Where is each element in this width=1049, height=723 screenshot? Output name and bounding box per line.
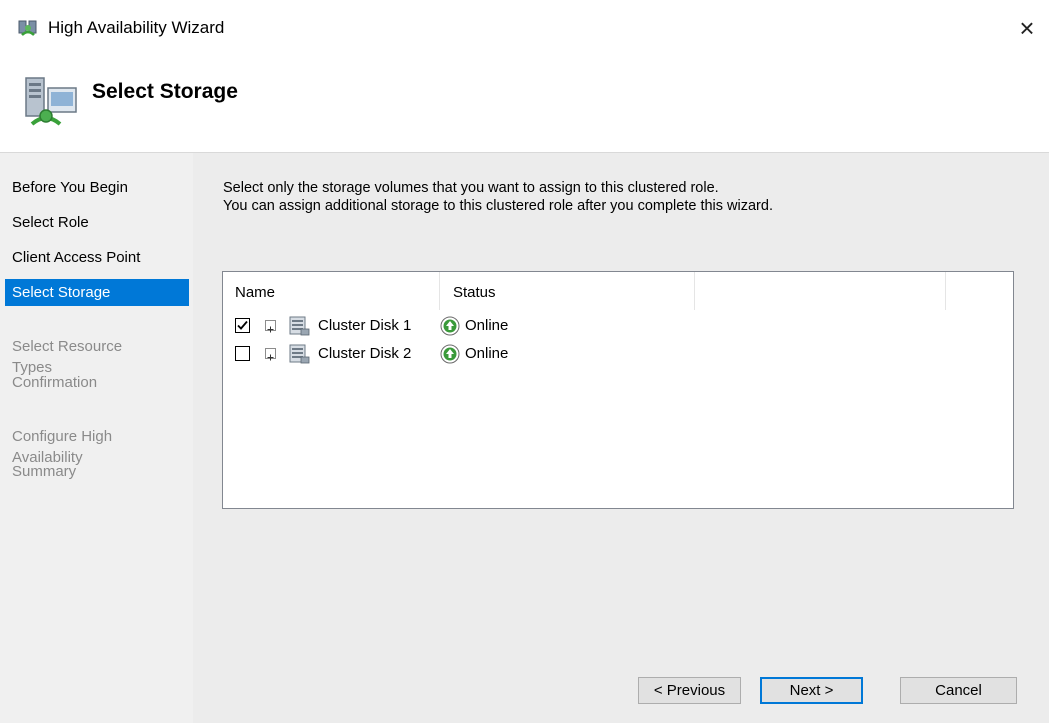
online-status-icon (440, 316, 460, 336)
disk-status: Online (465, 317, 509, 334)
step-summary: Summary (12, 463, 77, 480)
window-title: High Availability Wizard (48, 18, 225, 37)
wizard-header: Select Storage (0, 56, 1049, 152)
instructions-line-2: You can assign additional storage to thi… (223, 198, 773, 214)
wizard-content: Select only the storage volumes that you… (193, 153, 1049, 723)
disk-checkbox-unchecked[interactable] (235, 346, 250, 361)
column-header-name[interactable]: Name (235, 284, 275, 301)
cluster-disk-icon (288, 315, 310, 337)
wizard-cluster-icon (18, 18, 38, 38)
step-client-access-point[interactable]: Client Access Point (5, 247, 189, 268)
cluster-disk-icon (288, 343, 310, 365)
storage-list[interactable]: Name Status Cluster Disk 1 Online Cluste… (222, 271, 1014, 509)
column-separator[interactable] (439, 272, 440, 310)
wizard-steps-sidebar: Before You Begin Select Role Client Acce… (0, 153, 193, 723)
next-button[interactable]: Next > (760, 677, 863, 704)
online-status-icon (440, 344, 460, 364)
instructions: Select only the storage volumes that you… (223, 179, 773, 215)
column-header-status[interactable]: Status (453, 284, 496, 301)
table-row[interactable]: Cluster Disk 2 Online (235, 343, 635, 365)
previous-button[interactable]: < Previous (638, 677, 741, 704)
expand-icon[interactable] (265, 348, 276, 361)
page-title: Select Storage (92, 80, 238, 103)
close-button[interactable]: × (1010, 12, 1044, 44)
cancel-button[interactable]: Cancel (900, 677, 1017, 704)
disk-checkbox-checked[interactable] (235, 318, 250, 333)
expand-icon[interactable] (265, 320, 276, 333)
step-select-storage[interactable]: Select Storage (5, 279, 189, 306)
step-select-role[interactable]: Select Role (5, 212, 189, 233)
column-separator[interactable] (945, 272, 946, 310)
disk-name: Cluster Disk 1 (318, 317, 412, 334)
column-separator[interactable] (694, 272, 695, 310)
storage-wizard-icon (24, 74, 80, 130)
disk-status: Online (465, 345, 509, 362)
instructions-line-1: Select only the storage volumes that you… (223, 180, 719, 196)
table-row[interactable]: Cluster Disk 1 Online (235, 315, 635, 337)
disk-name: Cluster Disk 2 (318, 345, 412, 362)
title-bar: High Availability Wizard × (0, 0, 1049, 56)
step-confirmation: Confirmation (12, 374, 98, 391)
step-before-you-begin[interactable]: Before You Begin (5, 177, 189, 198)
